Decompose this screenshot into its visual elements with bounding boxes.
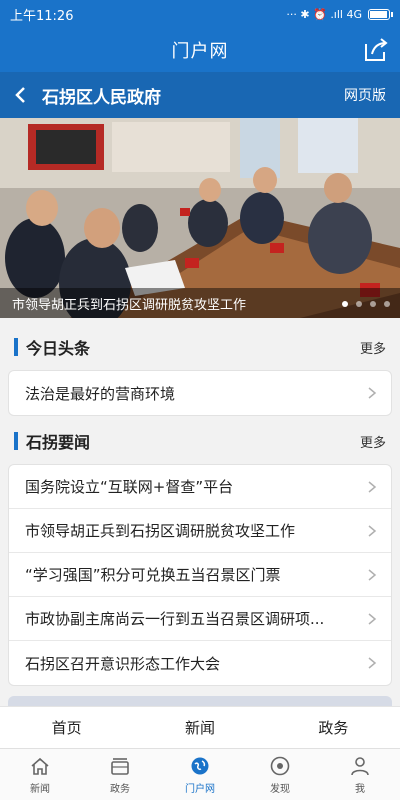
- section-title: 石拐要闻: [26, 433, 91, 452]
- home-icon: [31, 757, 49, 775]
- more-link[interactable]: 更多: [360, 338, 386, 357]
- chevron-right-icon: [368, 524, 377, 537]
- section-header-news: 石拐要闻 更多: [0, 424, 400, 458]
- battery-icon: [368, 8, 393, 20]
- list-item[interactable]: 法治是最好的营商环境: [9, 371, 391, 415]
- chevron-left-icon: [15, 87, 25, 103]
- carousel-dot[interactable]: [384, 301, 390, 307]
- tab-home[interactable]: 首页: [0, 707, 133, 748]
- nav-item-me[interactable]: 我: [320, 749, 400, 800]
- nav-label: 我: [355, 783, 365, 795]
- list-item-title: 市政协副主席尚云一行到五当召景区调研项...: [25, 610, 325, 628]
- banner-caption-text: 市领导胡正兵到石拐区调研脱贫攻坚工作: [12, 297, 247, 313]
- share-icon[interactable]: [362, 36, 390, 64]
- list-item-title: “学习强国”积分可兑换五当召景区门票: [25, 566, 281, 584]
- chevron-right-icon: [368, 612, 377, 625]
- carousel-indicators: [342, 301, 390, 307]
- carousel-dot[interactable]: [342, 301, 348, 307]
- carousel-dot[interactable]: [356, 301, 362, 307]
- list-item[interactable]: 国务院设立“互联网+督查”平台: [9, 465, 391, 509]
- more-link[interactable]: 更多: [360, 432, 386, 451]
- nav-label: 门户网: [185, 783, 215, 795]
- nav-item-discover[interactable]: 发现: [240, 749, 320, 800]
- web-version-link[interactable]: 网页版: [344, 85, 386, 105]
- nav-label: 政务: [110, 783, 130, 795]
- status-icons: ··· ✱ ⏰ .ıll 4G: [286, 7, 362, 21]
- list-item[interactable]: 市领导胡正兵到石拐区调研脱贫攻坚工作: [9, 509, 391, 553]
- list-item[interactable]: 石拐区召开意识形态工作大会: [9, 641, 391, 685]
- app-bar: 门户网: [0, 28, 400, 72]
- bottom-navigation: 新闻 政务 门户网 发现 我: [0, 748, 400, 800]
- section-marker: [14, 338, 18, 356]
- briefcase-icon: [111, 757, 129, 775]
- news-list: 国务院设立“互联网+督查”平台 市领导胡正兵到石拐区调研脱贫攻坚工作 “学习强国…: [8, 464, 392, 686]
- nav-label: 发现: [270, 783, 290, 795]
- back-button[interactable]: [14, 83, 34, 107]
- chevron-right-icon: [368, 568, 377, 581]
- list-item[interactable]: “学习强国”积分可兑换五当召景区门票: [9, 553, 391, 597]
- nav-item-news[interactable]: 新闻: [0, 749, 80, 800]
- chevron-right-icon: [368, 657, 377, 669]
- nav-item-portal[interactable]: 门户网: [160, 749, 240, 800]
- chevron-right-icon: [368, 387, 377, 399]
- tab-government[interactable]: 政务: [267, 707, 400, 748]
- list-item-title: 石拐区召开意识形态工作大会: [25, 654, 221, 673]
- list-item-title: 市领导胡正兵到石拐区调研脱贫攻坚工作: [25, 522, 296, 540]
- nav-label: 新闻: [30, 783, 50, 795]
- app-title: 门户网: [171, 41, 229, 62]
- status-indicators: ··· ✱ ⏰ .ıll 4G: [286, 7, 393, 21]
- section-title: 今日头条: [26, 339, 91, 358]
- carousel-dot[interactable]: [370, 301, 376, 307]
- headlines-list: 法治是最好的营商环境: [8, 370, 392, 416]
- tab-news[interactable]: 新闻: [133, 707, 266, 748]
- status-bar: 上午11:26 ··· ✱ ⏰ .ıll 4G: [0, 0, 400, 28]
- nav-item-government[interactable]: 政务: [80, 749, 160, 800]
- list-item[interactable]: 市政协副主席尚云一行到五当召景区调研项...: [9, 597, 391, 641]
- banner-carousel[interactable]: 市领导胡正兵到石拐区调研脱贫攻坚工作: [0, 118, 400, 318]
- chevron-right-icon: [368, 480, 377, 493]
- page-title: 石拐区人民政府: [42, 87, 161, 108]
- section-header-headlines: 今日头条 更多: [0, 330, 400, 364]
- sub-header: 石拐区人民政府 网页版: [0, 72, 400, 118]
- banner-caption: 市领导胡正兵到石拐区调研脱贫攻坚工作: [0, 288, 400, 318]
- globe-icon: [191, 757, 209, 774]
- compass-icon: [270, 756, 290, 775]
- status-time: 上午11:26: [10, 8, 74, 24]
- battery-fill: [370, 10, 387, 18]
- person-icon: [351, 756, 369, 775]
- list-item-title: 国务院设立“互联网+督查”平台: [25, 478, 234, 496]
- list-item-title: 法治是最好的营商环境: [25, 384, 176, 403]
- section-marker: [14, 432, 18, 450]
- category-tabs: 首页 新闻 政务: [0, 706, 400, 748]
